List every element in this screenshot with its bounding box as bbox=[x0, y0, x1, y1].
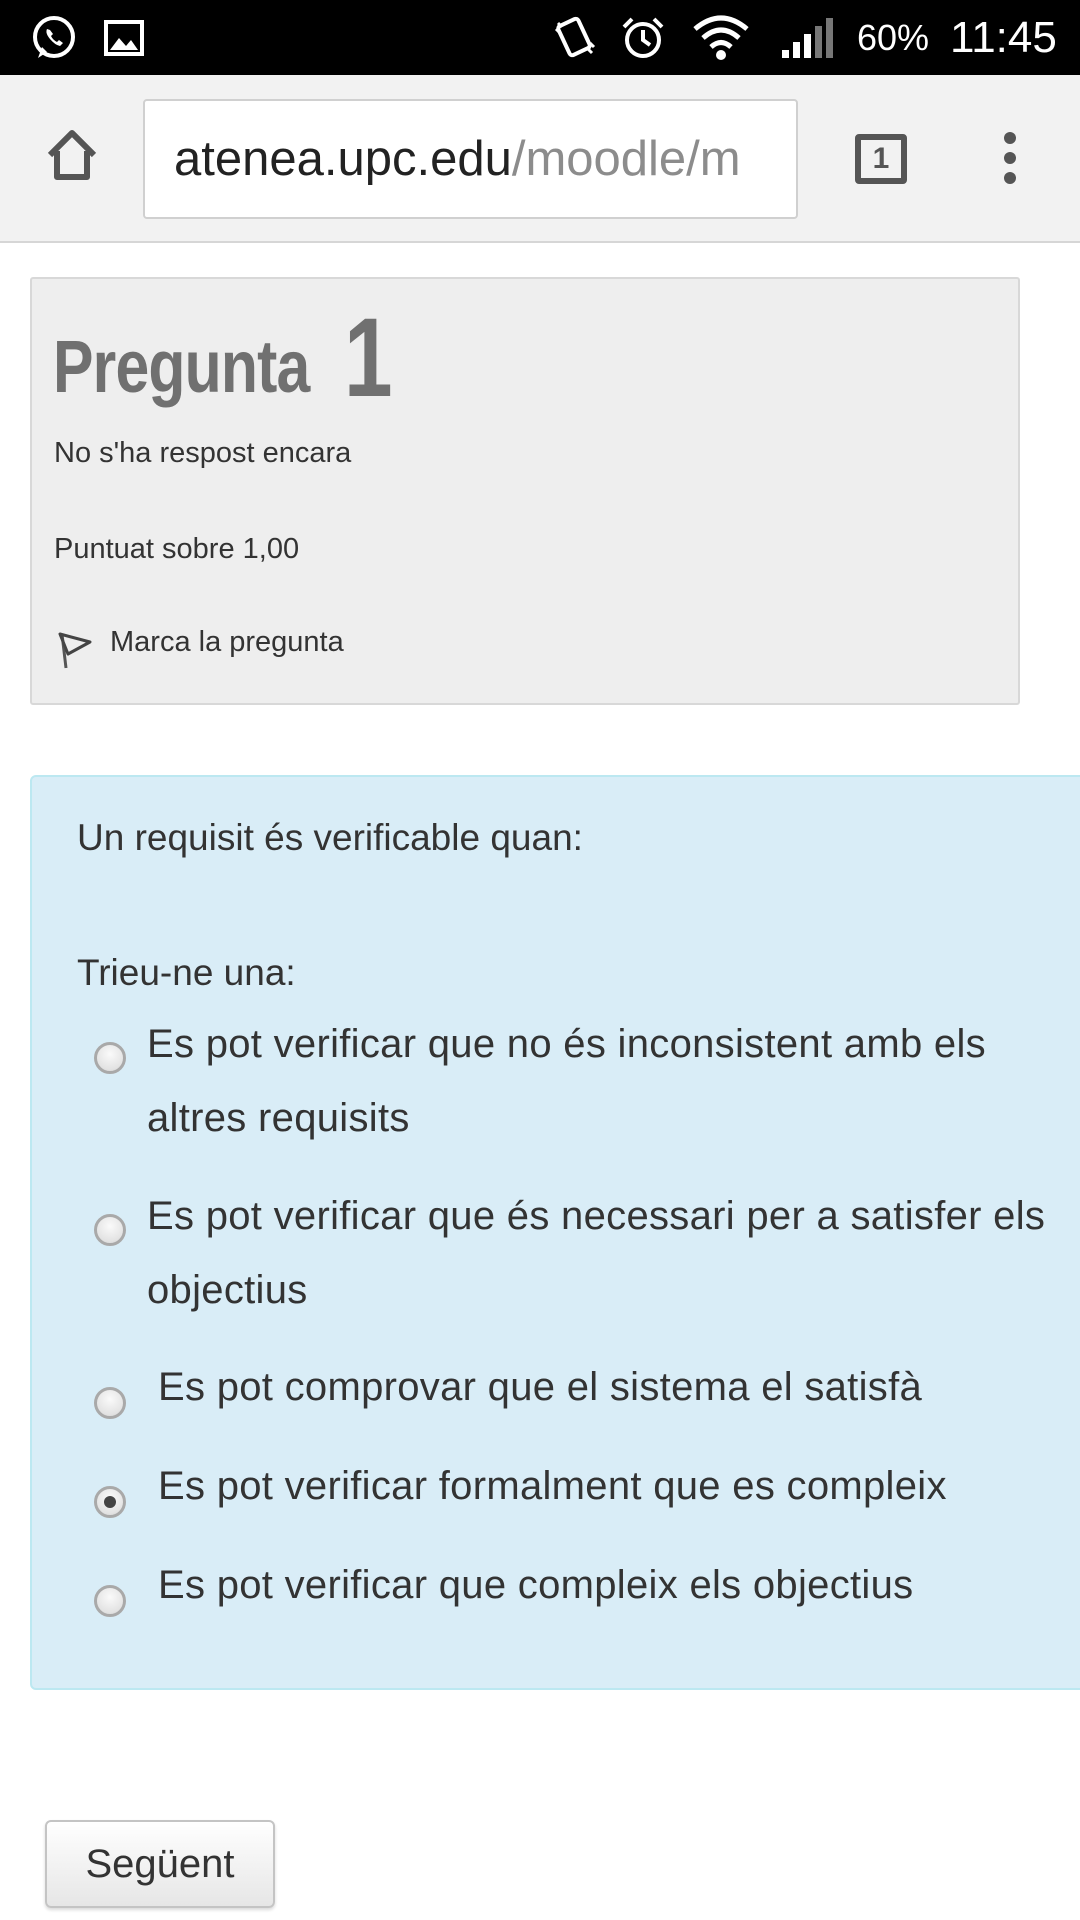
answer-option[interactable]: Es pot verificar que és necessari per a … bbox=[32, 1179, 1062, 1339]
question-state: No s'ha respost encara bbox=[54, 437, 352, 469]
question-number: 1 bbox=[343, 295, 393, 421]
home-button[interactable] bbox=[36, 119, 108, 191]
radio-button[interactable] bbox=[94, 1387, 126, 1419]
wifi-icon bbox=[693, 0, 749, 75]
next-button[interactable]: Següent bbox=[45, 1820, 275, 1908]
status-bar: 60% 11:45 bbox=[0, 0, 1080, 75]
question-mark: Puntuat sobre 1,00 bbox=[54, 533, 300, 565]
browser-toolbar: atenea.upc.edu/moodle/m 1 bbox=[0, 75, 1080, 243]
url-path: /moodle/m bbox=[511, 132, 741, 186]
signal-icon bbox=[780, 0, 834, 75]
answer-option-label[interactable]: Es pot comprovar que el sistema el satis… bbox=[158, 1350, 1068, 1424]
answer-option[interactable]: Es pot verificar que compleix els object… bbox=[32, 1548, 1062, 1628]
answer-option-label[interactable]: Es pot verificar que no és inconsistent … bbox=[147, 1007, 1057, 1155]
alarm-icon bbox=[620, 0, 666, 75]
answer-option[interactable]: Es pot verificar que no és inconsistent … bbox=[32, 1007, 1062, 1167]
question-title: Pregunta 1 bbox=[53, 279, 406, 421]
flag-icon bbox=[58, 632, 92, 669]
answer-instruction: Trieu-ne una: bbox=[77, 952, 296, 993]
battery-text: 60% bbox=[857, 16, 930, 58]
clock-text: 11:45 bbox=[950, 12, 1057, 62]
radio-button[interactable] bbox=[94, 1214, 126, 1246]
answer-option[interactable]: Es pot verificar formalment que es compl… bbox=[32, 1449, 1062, 1529]
radio-button[interactable] bbox=[94, 1042, 126, 1074]
overflow-menu-icon bbox=[1004, 132, 1016, 184]
question-info-box: Pregunta 1 No s'ha respost encara Puntuat… bbox=[30, 277, 1020, 705]
url-host: atenea.upc.edu bbox=[174, 132, 512, 186]
overflow-menu-button[interactable] bbox=[990, 125, 1030, 191]
answer-option[interactable]: Es pot comprovar que el sistema el satis… bbox=[32, 1350, 1062, 1430]
answer-option-label[interactable]: Es pot verificar que compleix els object… bbox=[158, 1548, 1068, 1622]
answer-option-label[interactable]: Es pot verificar formalment que es compl… bbox=[158, 1449, 1068, 1523]
question-title-word: Pregunta bbox=[53, 325, 310, 408]
home-icon bbox=[47, 130, 97, 180]
tab-switcher-button[interactable]: 1 bbox=[855, 134, 907, 184]
radio-button-selected[interactable] bbox=[94, 1486, 126, 1518]
answer-option-label[interactable]: Es pot verificar que és necessari per a … bbox=[147, 1179, 1057, 1327]
question-prompt: Un requisit és verificable quan: bbox=[77, 817, 583, 858]
question-content-box: Un requisit és verificable quan: Trieu-n… bbox=[30, 775, 1080, 1690]
whatsapp-icon bbox=[30, 0, 78, 75]
flag-question-link[interactable]: Marca la pregunta bbox=[54, 624, 344, 672]
gallery-icon bbox=[104, 0, 144, 75]
radio-button[interactable] bbox=[94, 1585, 126, 1617]
flag-question-label: Marca la pregunta bbox=[110, 625, 344, 658]
vibrate-icon bbox=[552, 0, 598, 75]
url-bar[interactable]: atenea.upc.edu/moodle/m bbox=[143, 99, 798, 219]
